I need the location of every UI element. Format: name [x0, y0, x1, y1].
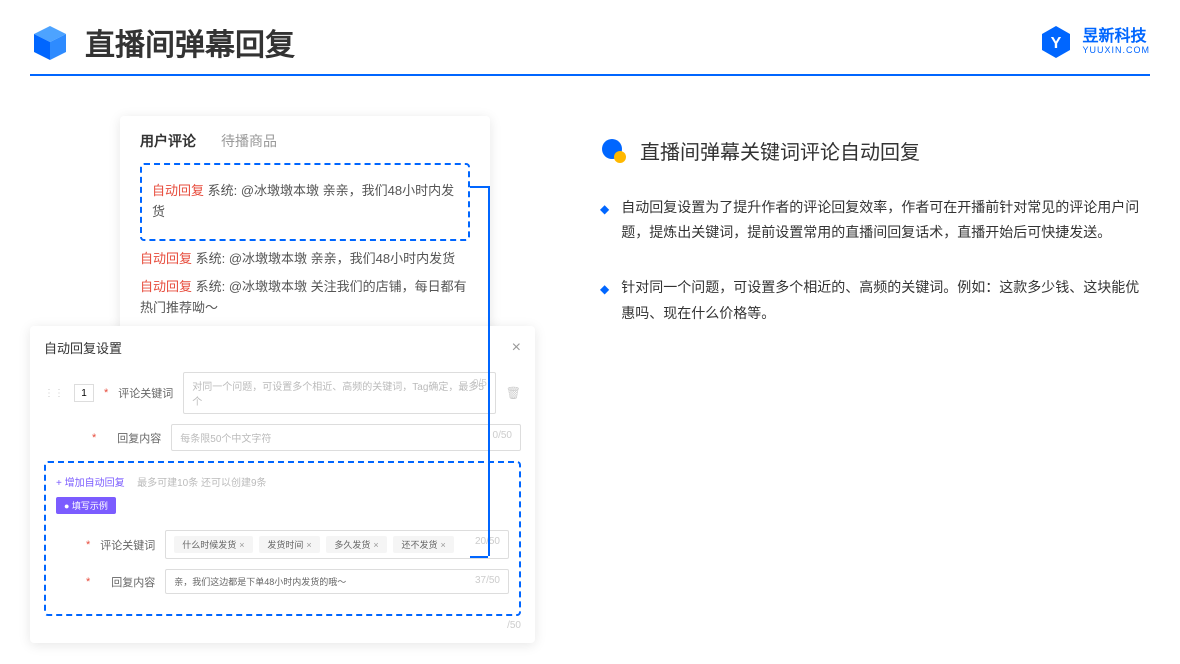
tag-chip[interactable]: 发货时间	[259, 536, 319, 553]
ex-content-label: 回复内容	[100, 574, 155, 590]
ex-keyword-label: 评论关键词	[100, 537, 155, 553]
tab-user-comments[interactable]: 用户评论	[140, 131, 196, 151]
settings-header: 自动回复设置 ×	[44, 338, 521, 357]
auto-reply-tag: 自动回复	[152, 183, 204, 198]
highlighted-comment: 自动回复 系统: @冰墩墩本墩 亲亲，我们48小时内发货	[140, 163, 470, 241]
diamond-bullet-icon: ◆	[600, 199, 609, 245]
bullet-text: 自动回复设置为了提升作者的评论回复效率，作者可在开播前针对常见的评论用户问题，提…	[621, 195, 1150, 245]
delete-icon[interactable]: 🗑	[506, 386, 521, 400]
connector-line	[470, 186, 488, 188]
bullet-item: ◆ 针对同一个问题，可设置多个相近的、高频的关键词。例如：这款多少钱、这块能优惠…	[600, 275, 1150, 325]
header-left: 直播间弹幕回复	[30, 20, 295, 64]
connector-line	[470, 556, 488, 558]
bullet-text: 针对同一个问题，可设置多个相近的、高频的关键词。例如：这款多少钱、这块能优惠吗、…	[621, 275, 1150, 325]
comment-item: 自动回复 系统: @冰墩墩本墩 亲亲，我们48小时内发货	[140, 249, 470, 270]
right-column: 直播间弹幕关键词评论自动回复 ◆ 自动回复设置为了提升作者的评论回复效率，作者可…	[600, 116, 1150, 586]
logo-cn: 昱新科技	[1082, 28, 1150, 46]
tab-pending-products[interactable]: 待播商品	[221, 131, 277, 151]
tag-chip[interactable]: 还不发货	[393, 536, 453, 553]
tag-chip[interactable]: 多久发货	[326, 536, 386, 553]
connector-line	[488, 186, 490, 556]
page-header: 直播间弹幕回复 Y 昱新科技 YUUXIN.COM	[0, 0, 1180, 64]
section-heading: 直播间弹幕关键词评论自动回复	[600, 136, 1150, 165]
example-content-row: * 回复内容 亲，我们这边都是下单48小时内发货的哦～ 37/50	[56, 569, 509, 594]
logo-text: 昱新科技 YUUXIN.COM	[1082, 28, 1150, 55]
auto-reply-tag: 自动回复	[140, 279, 192, 294]
placeholder-text: 每条限50个中文字符	[180, 434, 271, 445]
char-count: 0/50	[493, 430, 512, 441]
logo-hex-icon: Y	[1038, 24, 1074, 60]
content-row: * 回复内容 每条限50个中文字符 0/50	[44, 424, 521, 451]
comments-card: 用户评论 待播商品 自动回复 系统: @冰墩墩本墩 亲亲，我们48小时内发货 自…	[120, 116, 490, 347]
left-column: 用户评论 待播商品 自动回复 系统: @冰墩墩本墩 亲亲，我们48小时内发货 自…	[30, 116, 560, 586]
svg-text:Y: Y	[1051, 35, 1062, 52]
drag-handle-icon[interactable]: ⋮⋮	[44, 388, 64, 399]
tabs: 用户评论 待播商品	[140, 131, 470, 151]
required-star: *	[92, 432, 96, 444]
comment-item: 自动回复 系统: @冰墩墩本墩 亲亲，我们48小时内发货	[152, 181, 458, 223]
settings-title: 自动回复设置	[44, 338, 122, 357]
add-hint: 最多可建10条 还可以创建9条	[137, 478, 266, 489]
required-star: *	[104, 387, 108, 399]
section-title: 直播间弹幕关键词评论自动回复	[640, 136, 920, 165]
comment-text: 系统: @冰墩墩本墩 亲亲，我们48小时内发货	[196, 251, 456, 266]
row-number: 1	[74, 384, 94, 402]
add-auto-reply-link[interactable]: + 增加自动回复	[56, 478, 125, 489]
ex-keyword-input[interactable]: 什么时候发货 发货时间 多久发货 还不发货 20/50	[165, 530, 509, 559]
brand-logo: Y 昱新科技 YUUXIN.COM	[1038, 24, 1150, 60]
keyword-input[interactable]: 对同一个问题，可设置多个相近、高频的关键词，Tag确定，最多5个 0/5	[183, 372, 495, 414]
content-input[interactable]: 每条限50个中文字符 0/50	[171, 424, 521, 451]
ex-content-text: 亲，我们这边都是下单48小时内发货的哦～	[174, 577, 346, 587]
bullet-item: ◆ 自动回复设置为了提升作者的评论回复效率，作者可在开播前针对常见的评论用户问题…	[600, 195, 1150, 245]
example-keyword-row: * 评论关键词 什么时候发货 发货时间 多久发货 还不发货 20/50	[56, 530, 509, 559]
content-label: 回复内容	[106, 430, 161, 446]
keyword-label: 评论关键词	[118, 385, 173, 401]
auto-reply-settings-card: 自动回复设置 × ⋮⋮ 1 * 评论关键词 对同一个问题，可设置多个相近、高频的…	[30, 326, 535, 643]
example-section: + 增加自动回复 最多可建10条 还可以创建9条 ● 填写示例 * 评论关键词 …	[44, 461, 521, 616]
required-star: *	[86, 576, 90, 588]
add-row: + 增加自动回复 最多可建10条 还可以创建9条	[56, 473, 509, 491]
diamond-bullet-icon: ◆	[600, 279, 609, 325]
auto-reply-tag: 自动回复	[140, 251, 192, 266]
ex-content-input[interactable]: 亲，我们这边都是下单48小时内发货的哦～ 37/50	[165, 569, 509, 594]
keyword-row: ⋮⋮ 1 * 评论关键词 对同一个问题，可设置多个相近、高频的关键词，Tag确定…	[44, 372, 521, 414]
comment-item: 自动回复 系统: @冰墩墩本墩 关注我们的店铺，每日都有热门推荐呦～	[140, 277, 470, 319]
required-star: *	[86, 539, 90, 551]
main-content: 用户评论 待播商品 自动回复 系统: @冰墩墩本墩 亲亲，我们48小时内发货 自…	[0, 76, 1180, 626]
close-icon[interactable]: ×	[512, 339, 521, 357]
outer-count: /50	[44, 620, 521, 631]
placeholder-text: 对同一个问题，可设置多个相近、高频的关键词，Tag确定，最多5个	[192, 382, 484, 408]
char-count: 0/5	[473, 378, 487, 389]
example-badge: ● 填写示例	[56, 497, 116, 514]
cube-icon	[30, 22, 70, 62]
char-count: 37/50	[475, 575, 500, 586]
page-title: 直播间弹幕回复	[85, 20, 295, 64]
tag-chip[interactable]: 什么时候发货	[174, 536, 252, 553]
chat-bubble-icon	[600, 137, 628, 165]
logo-en: YUUXIN.COM	[1082, 46, 1150, 56]
